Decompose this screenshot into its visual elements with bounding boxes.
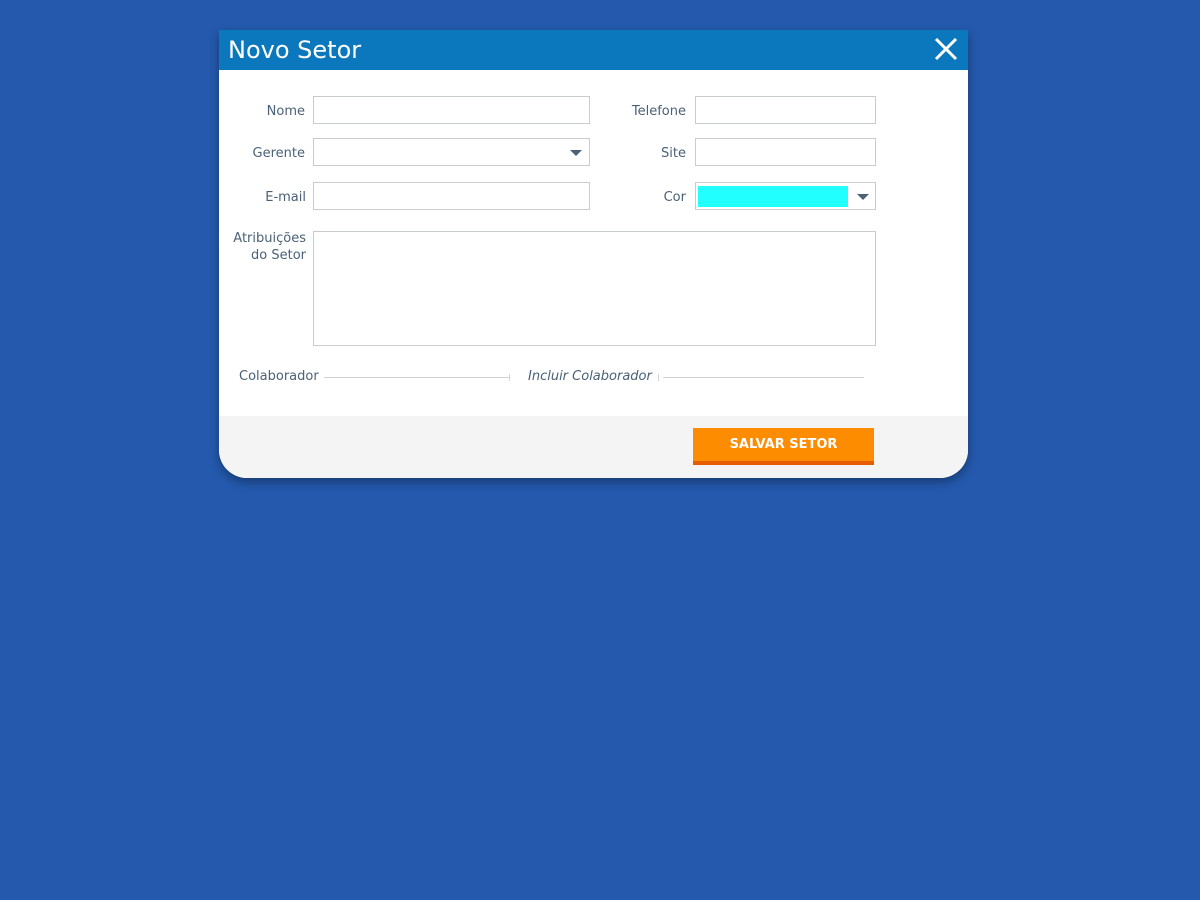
atribuicoes-textarea[interactable] — [313, 231, 876, 346]
dialog-footer: SALVAR SETOR — [219, 416, 968, 478]
divider-tick — [509, 374, 510, 381]
dialog-title: Novo Setor — [228, 36, 362, 64]
chevron-down-icon — [570, 150, 582, 156]
gerente-select[interactable] — [313, 138, 590, 166]
divider-tick — [658, 374, 659, 381]
cor-label: Cor — [663, 190, 686, 205]
nome-label: Nome — [266, 104, 305, 119]
email-label: E-mail — [265, 190, 306, 205]
gerente-label: Gerente — [252, 146, 305, 161]
dialog-header: Novo Setor — [219, 30, 968, 70]
close-icon[interactable] — [933, 37, 959, 62]
nome-field[interactable] — [313, 96, 590, 124]
chevron-down-icon — [857, 194, 869, 200]
site-field[interactable] — [695, 138, 876, 166]
new-sector-dialog: Novo Setor Nome Telefone Gerente Site E-… — [219, 30, 968, 478]
divider-line — [324, 377, 509, 378]
atribuicoes-label: Atribuições do Setor — [229, 230, 306, 264]
telefone-label: Telefone — [631, 104, 686, 119]
color-swatch — [698, 186, 848, 207]
incluir-colaborador-link[interactable]: Incluir Colaborador — [528, 368, 652, 385]
divider-line — [663, 377, 864, 378]
site-label: Site — [661, 146, 686, 161]
save-sector-button[interactable]: SALVAR SETOR — [693, 428, 874, 465]
email-field[interactable] — [313, 182, 590, 210]
colaborador-label: Colaborador — [239, 369, 319, 384]
atribuicoes-label-line1: Atribuições — [233, 231, 306, 246]
atribuicoes-label-line2: do Setor — [251, 248, 306, 263]
telefone-field[interactable] — [695, 96, 876, 124]
color-select[interactable] — [695, 182, 876, 210]
